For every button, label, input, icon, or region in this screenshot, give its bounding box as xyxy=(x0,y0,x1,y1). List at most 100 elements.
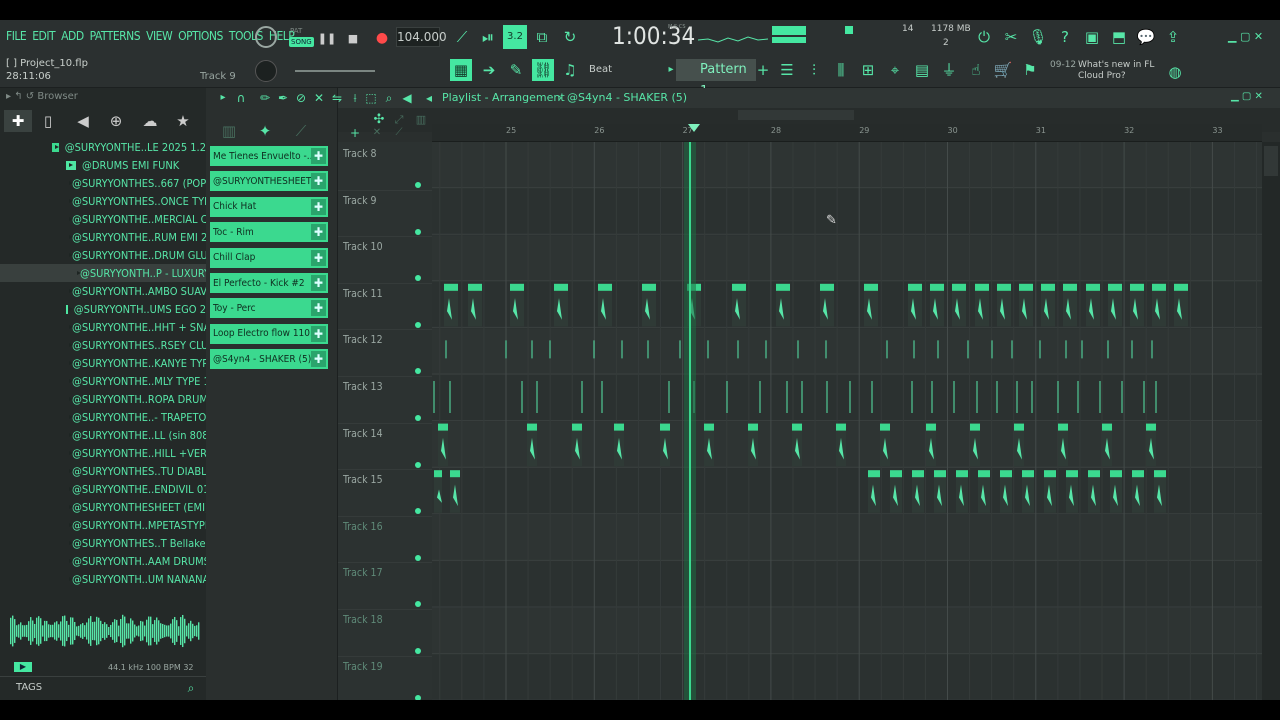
picker-list-icon[interactable]: ▥ xyxy=(218,120,240,142)
track-header[interactable]: Track 12 xyxy=(338,330,432,377)
track-header[interactable]: Track 14 xyxy=(338,424,432,471)
search-icon[interactable]: ⌕ xyxy=(180,677,202,699)
playhead-marker[interactable] xyxy=(688,124,700,132)
window-controls[interactable]: ▁ ▢ ✕ xyxy=(1228,30,1263,43)
plugin-tools-icon[interactable]: ✂ xyxy=(1000,26,1022,48)
channel-add-icon[interactable]: ✚ xyxy=(311,325,326,342)
browser-item[interactable]: @SURYYONTHE..ENDIVIL 01 xyxy=(0,480,206,498)
picker-wave-icon[interactable]: ✦ xyxy=(254,120,276,142)
speaker-icon[interactable]: ◂ xyxy=(418,87,440,109)
browser-item[interactable]: @SURYYONTHE..RUM EMI 2 xyxy=(0,228,206,246)
touch-icon[interactable]: ☝ xyxy=(965,59,987,81)
track-header[interactable]: Track 13 xyxy=(338,377,432,424)
channel-add-icon[interactable]: ✚ xyxy=(311,351,326,368)
browser-item[interactable]: @SURYYONTHES..667 (POP) xyxy=(0,174,206,192)
browser-item[interactable]: @SURYYONTHESHEET (EMI) xyxy=(0,498,206,516)
news-link[interactable]: What's new in FL Cloud Pro? xyxy=(1078,60,1168,82)
step-edit-button[interactable]: 3.2 xyxy=(503,25,527,49)
record-icon[interactable]: ● xyxy=(371,27,393,49)
clipboard-icon[interactable]: ▤ xyxy=(911,59,933,81)
browser-item[interactable]: @SURYYONTH..AMBO SUAVE xyxy=(0,282,206,300)
track-mute-led[interactable] xyxy=(415,415,421,421)
browser-item[interactable]: @SURYYONTH..MPETASTYPE xyxy=(0,516,206,534)
channel-item[interactable]: El Perfecto - Kick #2 ✚ xyxy=(210,273,328,293)
plug-icon[interactable]: ⏚ xyxy=(938,59,960,81)
browser-item[interactable]: @SURYYONTHES..T Bellakera xyxy=(0,534,206,552)
arrow-right-icon[interactable]: ➔ xyxy=(478,59,500,81)
playlist-icon[interactable]: ☰ xyxy=(776,59,798,81)
channel-item[interactable]: Chick Hat ✚ xyxy=(210,196,328,217)
channel-item[interactable]: Loop Electro flow 110... ✚ xyxy=(210,323,328,344)
browser-item[interactable]: @DRUMS EMI FUNK xyxy=(0,156,206,174)
blend-notes-icon[interactable]: ⧉ xyxy=(531,26,553,48)
channel-item[interactable]: Toy - Perc ✚ xyxy=(210,298,328,319)
browser-item[interactable]: @SURYYONTH..ROPA DRUMS xyxy=(0,390,206,408)
track-mute-led[interactable] xyxy=(415,182,421,188)
track-header[interactable]: Track 9 xyxy=(338,191,432,238)
upload-icon[interactable]: ⇪ xyxy=(1162,26,1184,48)
stop-icon[interactable]: ■ xyxy=(342,27,364,49)
browser-item[interactable]: @SURYYONTHE..KANYE TYPE xyxy=(0,354,206,372)
browser-item[interactable]: @SURYYONTH..UMS EGO 2 xyxy=(0,300,206,318)
track-mute-led[interactable] xyxy=(415,461,421,468)
pat-mode-label[interactable]: PAT xyxy=(290,27,302,35)
export-icon[interactable]: ⬒ xyxy=(1108,26,1130,48)
browser-plugins-icon[interactable]: ◀ xyxy=(72,110,94,132)
menu-options[interactable]: OPTIONS xyxy=(178,29,223,43)
browser-item[interactable]: @SURYYONTH..AAM DRUMS xyxy=(0,552,206,570)
channel-item[interactable]: @SURYYONTHESHEET... ✚ xyxy=(210,171,328,192)
channel-add-icon[interactable]: ✚ xyxy=(311,275,326,291)
plugin-database-icon[interactable]: ⌖ xyxy=(884,59,906,81)
metronome-icon[interactable]: ⟋ xyxy=(451,26,473,48)
browser-item[interactable]: @SURYYONTHES..TU DIABLO xyxy=(0,462,206,480)
track-header[interactable]: Track 16 xyxy=(338,517,432,564)
piano-roll-icon[interactable]: ▦ xyxy=(450,59,472,81)
pencil-icon[interactable]: ✎ xyxy=(505,59,527,81)
track-mute-led[interactable] xyxy=(415,554,421,561)
master-volume-slider[interactable] xyxy=(295,70,375,72)
track-mute-led[interactable] xyxy=(415,275,421,282)
arrangement-canvas[interactable] xyxy=(432,142,1262,700)
track-mute-led[interactable] xyxy=(415,368,421,375)
track-mute-led[interactable] xyxy=(415,508,421,515)
track-header[interactable]: Track 11 xyxy=(338,284,432,331)
browser-item[interactable]: @SURYYONTHES..RSEY CLUB xyxy=(0,336,206,354)
browser-item[interactable]: @SURYYONTHE..MERCIAL CL xyxy=(0,210,206,228)
menu-edit[interactable]: EDIT xyxy=(32,29,55,43)
vertical-scrollbar[interactable] xyxy=(1262,142,1280,700)
channel-add-icon[interactable]: ✚ xyxy=(311,198,326,215)
track-mute-led[interactable] xyxy=(415,648,421,654)
grid-toggle-icon[interactable]: ▥ xyxy=(410,108,432,130)
track-mute-led[interactable] xyxy=(415,601,421,608)
pianoroll-list-icon[interactable]: ⊞ xyxy=(857,59,879,81)
picker-automation-icon[interactable]: ⟋ xyxy=(290,120,312,142)
playback-tool-icon[interactable]: ◀ xyxy=(396,87,418,109)
master-pitch-knob[interactable] xyxy=(255,60,277,82)
horizontal-scrollbar-thumb[interactable] xyxy=(738,110,854,120)
playlist-grid[interactable] xyxy=(432,142,1262,700)
browser-root-folder[interactable]: @SURYYONTHE..LE 2025 1.2 xyxy=(0,138,206,156)
chat-icon[interactable]: 💬 xyxy=(1135,26,1157,48)
browser-item[interactable]: @SURYYONTHE..- TRAPETON xyxy=(0,408,206,426)
magnet-icon[interactable]: ∩ xyxy=(230,87,252,109)
song-mode-button[interactable]: SONG xyxy=(289,37,314,47)
mixer-icon[interactable]: ⫼ xyxy=(830,59,852,81)
pause-icon[interactable]: ❚❚ xyxy=(316,27,338,49)
browser-item[interactable]: @SURYYONTHE..HILL +VERB xyxy=(0,444,206,462)
help-icon[interactable]: ? xyxy=(1054,26,1076,48)
track-header[interactable]: Track 17 xyxy=(338,563,432,610)
wait-input-icon[interactable]: ⏯ xyxy=(477,26,499,48)
channel-item[interactable]: @S4yn4 - SHAKER (5) ✚ xyxy=(210,349,328,370)
browser-files-icon[interactable]: ▯ xyxy=(37,110,59,132)
track-header[interactable]: Track 8 xyxy=(338,144,432,191)
loop-record-icon[interactable]: ↻ xyxy=(559,26,581,48)
link-icon[interactable]: ⛓ xyxy=(532,59,554,81)
browser-item[interactable]: @SURYYONTHES..ONCE TYPE xyxy=(0,192,206,210)
add-track-icon[interactable]: + xyxy=(344,122,366,144)
track-header[interactable]: Track 18 xyxy=(338,610,432,657)
globe-icon[interactable]: ◍ xyxy=(1164,61,1186,83)
power-icon[interactable]: ⏻ xyxy=(973,26,995,48)
remove-track-icon[interactable]: ✕ xyxy=(366,122,388,144)
menu-patterns[interactable]: PATTERNS xyxy=(90,29,141,43)
track-mute-led[interactable] xyxy=(415,321,421,328)
